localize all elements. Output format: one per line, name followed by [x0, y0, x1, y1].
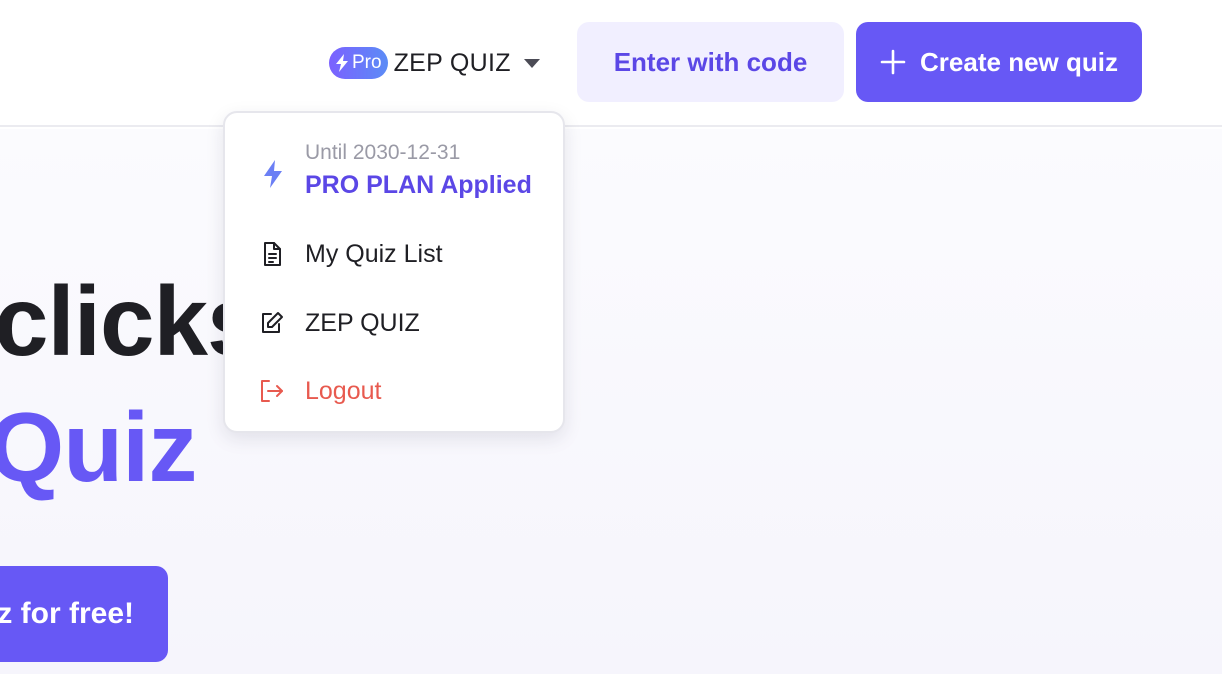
page: clicks Quiz z for free! Pro ZEP QUIZ Ent…: [0, 0, 1222, 674]
account-dropdown-menu: Until 2030-12-31 PRO PLAN Applied My Qui…: [223, 111, 565, 433]
plan-expiry-date: Until 2030-12-31: [305, 141, 461, 164]
menu-item-label: Logout: [305, 376, 382, 405]
menu-item-my-quiz-list[interactable]: My Quiz List: [225, 228, 563, 280]
header: Pro ZEP QUIZ Enter with code Create new …: [0, 0, 1222, 127]
pro-badge: Pro: [329, 47, 388, 79]
document-icon: [264, 242, 281, 266]
hero-headline: clicks: [0, 266, 261, 376]
hero-section: clicks Quiz z for free!: [0, 129, 1222, 674]
logout-icon: [261, 380, 283, 402]
plus-icon: [880, 49, 906, 75]
account-name: ZEP QUIZ: [393, 48, 511, 77]
menu-item-label: My Quiz List: [305, 239, 443, 268]
edit-icon: [262, 312, 283, 333]
hero-cta-button[interactable]: z for free!: [0, 566, 168, 662]
menu-item-logout[interactable]: Logout: [225, 365, 563, 417]
pro-plan-status: Until 2030-12-31 PRO PLAN Applied: [225, 137, 563, 207]
plan-status-label: PRO PLAN Applied: [305, 171, 532, 199]
account-menu-trigger[interactable]: Pro ZEP QUIZ: [329, 46, 540, 80]
create-new-quiz-label: Create new quiz: [920, 46, 1118, 77]
pro-badge-label: Pro: [352, 52, 382, 73]
chevron-down-icon: [523, 58, 540, 68]
bolt-icon: [336, 54, 348, 72]
create-new-quiz-button[interactable]: Create new quiz: [856, 22, 1142, 102]
bolt-icon: [264, 160, 282, 188]
menu-item-zep-quiz[interactable]: ZEP QUIZ: [225, 297, 563, 349]
enter-with-code-button[interactable]: Enter with code: [577, 22, 844, 102]
menu-item-label: ZEP QUIZ: [305, 308, 420, 337]
hero-headline-accent: Quiz: [0, 392, 197, 502]
